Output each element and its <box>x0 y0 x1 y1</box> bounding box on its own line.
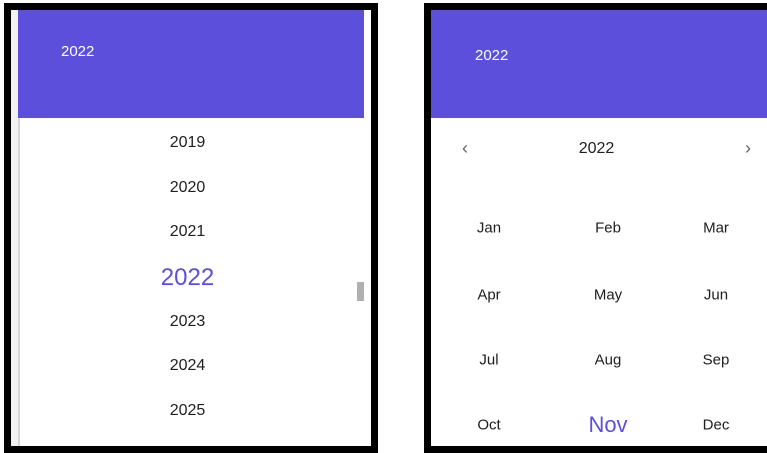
month-cell[interactable]: Dec <box>676 417 756 434</box>
month-cell[interactable]: Feb <box>568 220 648 237</box>
scrollbar-thumb[interactable] <box>357 282 364 301</box>
month-picker-header: 2022 <box>431 10 767 118</box>
year-item-selected[interactable]: 2022 <box>18 264 357 292</box>
month-cell[interactable]: Jan <box>449 220 529 237</box>
month-cell[interactable]: Mar <box>676 220 756 237</box>
month-cell[interactable]: Apr <box>449 287 529 304</box>
header-year-title: 2022 <box>475 47 509 64</box>
year-item[interactable]: 2020 <box>18 179 357 197</box>
year-picker-header: 2022 <box>18 10 364 118</box>
month-cell[interactable]: Aug <box>568 352 648 369</box>
month-cell[interactable]: Jun <box>676 287 756 304</box>
year-picker-panel: 2022 2019 2020 2021 2022 2023 2024 2025 … <box>4 3 378 453</box>
month-cell[interactable]: Sep <box>676 352 756 369</box>
year-list[interactable]: 2019 2020 2021 2022 2023 2024 2025 2026 <box>18 118 364 446</box>
month-cell[interactable]: Oct <box>449 417 529 434</box>
year-item[interactable]: 2023 <box>18 313 357 331</box>
month-cell-selected[interactable]: Nov <box>568 412 648 438</box>
month-cell[interactable]: Jul <box>449 352 529 369</box>
year-item[interactable]: 2019 <box>18 134 357 152</box>
month-grid: Jan Feb Mar Apr May Jun Jul Aug Sep Oct … <box>431 118 767 446</box>
month-picker-panel: 2022 ‹ 2022 › Jan Feb Mar Apr May Jun Ju… <box>424 3 767 453</box>
month-cell[interactable]: May <box>568 287 648 304</box>
header-year-title: 2022 <box>61 43 95 60</box>
year-item[interactable]: 2021 <box>18 223 357 241</box>
year-item[interactable]: 2024 <box>18 357 357 375</box>
year-item[interactable]: 2025 <box>18 402 357 420</box>
